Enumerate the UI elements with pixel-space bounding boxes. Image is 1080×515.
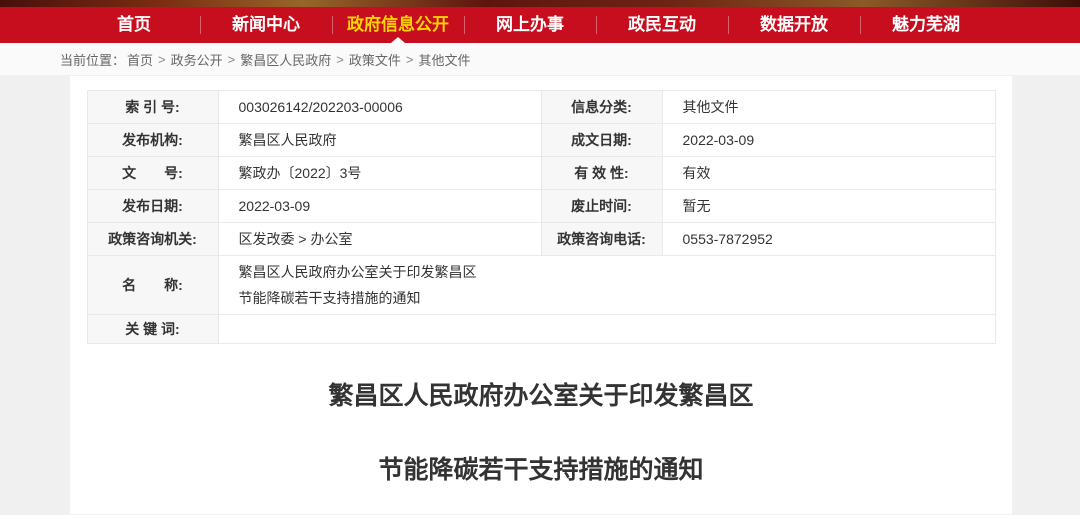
- consult-phone-label: 政策咨询电话:: [541, 223, 662, 256]
- page-background: 索 引 号: 003026142/202203-00006 信息分类: 其他文件…: [0, 76, 1080, 514]
- breadcrumb-item-home[interactable]: 首页: [127, 50, 153, 69]
- consult-agency-label: 政策咨询机关:: [87, 223, 218, 256]
- info-category-label: 信息分类:: [541, 91, 662, 124]
- breadcrumb-item-other-files: 其他文件: [418, 50, 470, 69]
- index-number-value: 003026142/202203-00006: [218, 91, 541, 124]
- issuing-agency-value: 繁昌区人民政府: [218, 124, 541, 157]
- doc-name-label: 名 称:: [87, 256, 218, 315]
- breadcrumb: 当前位置： 首页 > 政务公开 > 繁昌区人民政府 > 政策文件 > 其他文件: [0, 43, 1080, 76]
- abolish-time-label: 废止时间:: [541, 190, 662, 223]
- table-row: 发布机构: 繁昌区人民政府 成文日期: 2022-03-09: [87, 124, 995, 157]
- table-row: 政策咨询机关: 区发改委 > 办公室 政策咨询电话: 0553-7872952: [87, 223, 995, 256]
- doc-name-line-1: 繁昌区人民政府办公室关于印发繁昌区: [239, 259, 995, 285]
- validity-label: 有 效 性:: [541, 157, 662, 190]
- banner-image-strip: [0, 0, 1080, 7]
- publish-date-value: 2022-03-09: [218, 190, 541, 223]
- nav-item-charming-wuhu[interactable]: 魅力芜湖: [860, 7, 992, 43]
- nav-item-online-services[interactable]: 网上办事: [464, 7, 596, 43]
- written-date-label: 成文日期:: [541, 124, 662, 157]
- doc-name-value: 繁昌区人民政府办公室关于印发繁昌区 节能降碳若干支持措施的通知: [218, 256, 995, 315]
- abolish-time-value: 暂无: [662, 190, 995, 223]
- consult-phone-value: 0553-7872952: [662, 223, 995, 256]
- consult-agency-value: 区发改委 > 办公室: [218, 223, 541, 256]
- breadcrumb-item-gov-affairs[interactable]: 政务公开: [171, 50, 223, 69]
- content-panel: 索 引 号: 003026142/202203-00006 信息分类: 其他文件…: [70, 76, 1012, 514]
- table-row: 名 称: 繁昌区人民政府办公室关于印发繁昌区 节能降碳若干支持措施的通知: [87, 256, 995, 315]
- table-row: 索 引 号: 003026142/202203-00006 信息分类: 其他文件: [87, 91, 995, 124]
- breadcrumb-separator: >: [228, 52, 236, 67]
- active-tab-caret-icon: [391, 37, 405, 43]
- nav-item-gov-info-disclosure[interactable]: 政府信息公开: [332, 7, 464, 43]
- breadcrumb-separator: >: [158, 52, 166, 67]
- breadcrumb-prefix: 当前位置：: [60, 50, 125, 69]
- document-info-table: 索 引 号: 003026142/202203-00006 信息分类: 其他文件…: [87, 90, 996, 344]
- index-number-label: 索 引 号:: [87, 91, 218, 124]
- info-category-value: 其他文件: [662, 91, 995, 124]
- breadcrumb-item-policy-files[interactable]: 政策文件: [349, 50, 401, 69]
- keywords-value: [218, 315, 995, 344]
- table-row: 文 号: 繁政办〔2022〕3号 有 效 性: 有效: [87, 157, 995, 190]
- table-row: 关 键 词:: [87, 315, 995, 344]
- doc-name-line-2: 节能降碳若干支持措施的通知: [239, 285, 995, 311]
- article-title-line-1: 繁昌区人民政府办公室关于印发繁昌区: [70, 376, 1012, 412]
- breadcrumb-separator: >: [336, 52, 344, 67]
- breadcrumb-separator: >: [406, 52, 414, 67]
- breadcrumb-item-fanchang-gov[interactable]: 繁昌区人民政府: [240, 50, 331, 69]
- nav-item-open-data[interactable]: 数据开放: [728, 7, 860, 43]
- main-nav: 首页 新闻中心 政府信息公开 网上办事 政民互动 数据开放 魅力芜湖: [0, 7, 1080, 43]
- doc-number-value: 繁政办〔2022〕3号: [218, 157, 541, 190]
- nav-item-news-center[interactable]: 新闻中心: [200, 7, 332, 43]
- written-date-value: 2022-03-09: [662, 124, 995, 157]
- article-title-line-2: 节能降碳若干支持措施的通知: [70, 450, 1012, 486]
- doc-number-label: 文 号:: [87, 157, 218, 190]
- nav-item-public-interaction[interactable]: 政民互动: [596, 7, 728, 43]
- publish-date-label: 发布日期:: [87, 190, 218, 223]
- issuing-agency-label: 发布机构:: [87, 124, 218, 157]
- nav-item-home[interactable]: 首页: [68, 7, 200, 43]
- table-row: 发布日期: 2022-03-09 废止时间: 暂无: [87, 190, 995, 223]
- keywords-label: 关 键 词:: [87, 315, 218, 344]
- nav-item-label: 政府信息公开: [347, 15, 449, 34]
- validity-value: 有效: [662, 157, 995, 190]
